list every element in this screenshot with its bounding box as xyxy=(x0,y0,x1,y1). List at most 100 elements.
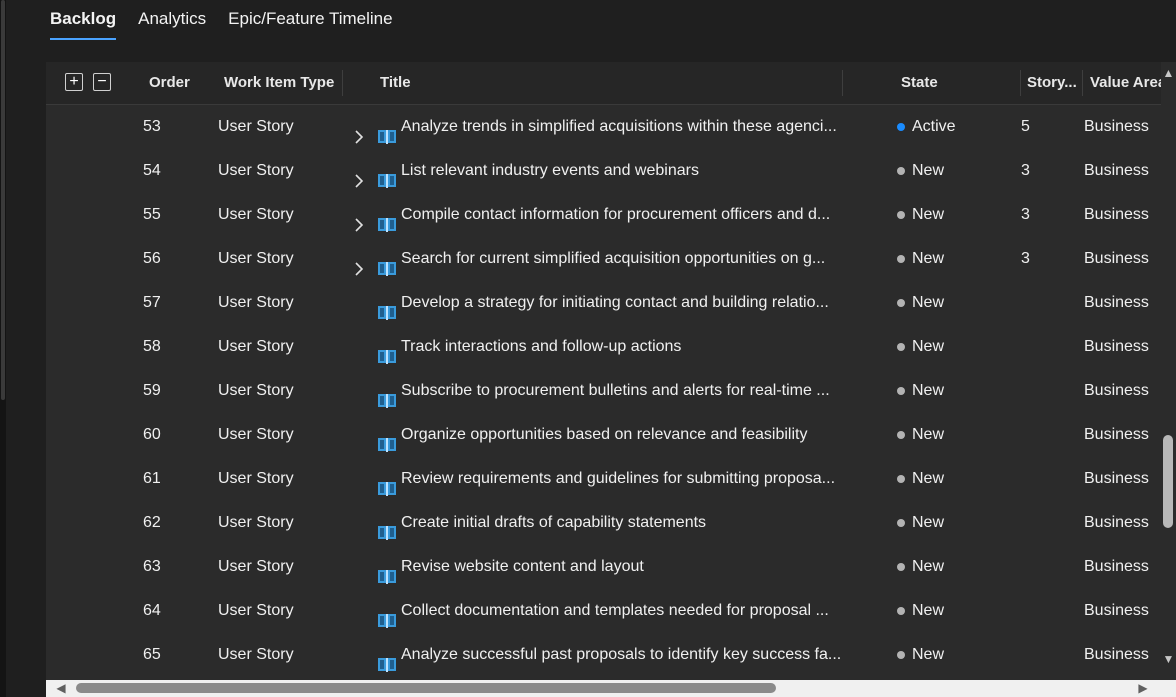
expand-all-button[interactable]: + xyxy=(65,73,83,91)
scroll-left-arrow-icon[interactable]: ◀ xyxy=(54,681,68,696)
backlog-tabs: Backlog Analytics Epic/Feature Timeline xyxy=(50,0,393,44)
collapse-all-button[interactable]: − xyxy=(93,73,111,91)
story-points-cell: 3 xyxy=(1021,162,1030,179)
state-cell: New xyxy=(912,602,945,619)
left-pane-scroll-thumb[interactable] xyxy=(1,0,5,400)
value-area-cell: Business xyxy=(1084,514,1149,531)
work-item-type-cell: User Story xyxy=(218,162,294,179)
work-item-type-cell: User Story xyxy=(218,338,294,355)
value-area-cell: Business xyxy=(1084,646,1149,663)
state-indicator-dot xyxy=(897,343,905,351)
title-link[interactable]: Search for current simplified acquisitio… xyxy=(401,237,846,281)
table-row[interactable]: 53 User Story Analyze trends in simplified… xyxy=(46,105,1161,149)
horizontal-scroll-thumb[interactable] xyxy=(76,683,776,693)
work-item-type-cell: User Story xyxy=(218,470,294,487)
story-points-cell: 5 xyxy=(1021,118,1030,135)
state-cell: New xyxy=(912,558,945,575)
title-link[interactable]: Review requirements and guidelines for s… xyxy=(401,457,846,501)
chevron-right-icon[interactable] xyxy=(353,163,367,188)
state-cell: New xyxy=(912,162,945,179)
table-row[interactable]: 64 User Story Collect documentation and te… xyxy=(46,589,1161,633)
state-indicator-dot xyxy=(897,607,905,615)
table-row[interactable]: 62 User Story Create initial drafts of cap… xyxy=(46,501,1161,545)
value-area-cell: Business xyxy=(1084,118,1149,135)
story-points-cell: 3 xyxy=(1021,250,1030,267)
column-header-order[interactable]: Order xyxy=(149,62,190,104)
title-link[interactable]: Analyze trends in simplified acquisition… xyxy=(401,105,846,149)
order-cell: 63 xyxy=(143,558,161,575)
scroll-up-arrow-icon[interactable]: ▲ xyxy=(1162,66,1175,80)
title-link[interactable]: Organize opportunities based on relevanc… xyxy=(401,413,846,457)
chevron-right-icon[interactable] xyxy=(353,251,367,276)
scroll-down-arrow-icon[interactable]: ▼ xyxy=(1162,652,1175,666)
table-row[interactable]: 61 User Story Review requirements and guid… xyxy=(46,457,1161,501)
column-header-state[interactable]: State xyxy=(901,62,938,104)
column-divider[interactable] xyxy=(342,70,343,96)
title-link[interactable]: Track interactions and follow-up actions xyxy=(401,325,846,369)
value-area-cell: Business xyxy=(1084,426,1149,443)
title-link[interactable]: List relevant industry events and webina… xyxy=(401,149,846,193)
user-story-book-icon xyxy=(377,251,397,276)
work-item-type-cell: User Story xyxy=(218,118,294,135)
tab-backlog[interactable]: Backlog xyxy=(50,0,117,40)
state-cell: Active xyxy=(912,118,956,135)
column-header-title[interactable]: Title xyxy=(380,62,411,104)
column-header-value-area[interactable]: Value Area xyxy=(1090,62,1166,104)
scroll-right-arrow-icon[interactable]: ▶ xyxy=(1136,681,1150,696)
table-row[interactable]: 56 User Story Search for current simplifie… xyxy=(46,237,1161,281)
work-item-type-cell: User Story xyxy=(218,250,294,267)
value-area-cell: Business xyxy=(1084,470,1149,487)
state-indicator-dot xyxy=(897,387,905,395)
order-cell: 54 xyxy=(143,162,161,179)
column-header-story-points[interactable]: Story... xyxy=(1027,62,1077,104)
user-story-book-icon xyxy=(377,427,397,452)
table-row[interactable]: 59 User Story Subscribe to procurement bul… xyxy=(46,369,1161,413)
column-header-work-item-type[interactable]: Work Item Type xyxy=(224,62,334,104)
order-cell: 64 xyxy=(143,602,161,619)
table-row[interactable]: 58 User Story Track interactions and follo… xyxy=(46,325,1161,369)
title-link[interactable]: Collect documentation and templates need… xyxy=(401,589,846,633)
work-item-type-cell: User Story xyxy=(218,646,294,663)
table-row[interactable]: 55 User Story Compile contact information … xyxy=(46,193,1161,237)
title-link[interactable]: Revise website content and layout xyxy=(401,545,846,589)
horizontal-scrollbar[interactable]: ◀ ▶ xyxy=(46,680,1176,697)
value-area-cell: Business xyxy=(1084,250,1149,267)
left-pane-scrollbar[interactable] xyxy=(0,0,6,697)
user-story-book-icon xyxy=(377,647,397,672)
chevron-right-icon[interactable] xyxy=(353,207,367,232)
state-cell: New xyxy=(912,426,945,443)
table-row[interactable]: 54 User Story List relevant industry event… xyxy=(46,149,1161,193)
state-indicator-dot xyxy=(897,563,905,571)
title-link[interactable]: Analyze successful past proposals to ide… xyxy=(401,633,846,677)
vertical-scroll-thumb[interactable] xyxy=(1163,435,1173,528)
state-indicator-dot xyxy=(897,475,905,483)
tab-epic-feature-timeline[interactable]: Epic/Feature Timeline xyxy=(228,0,392,39)
column-divider[interactable] xyxy=(842,70,843,96)
title-link[interactable]: Subscribe to procurement bulletins and a… xyxy=(401,369,846,413)
user-story-book-icon xyxy=(377,559,397,584)
title-link[interactable]: Create initial drafts of capability stat… xyxy=(401,501,846,545)
table-row[interactable]: 57 User Story Develop a strategy for initi… xyxy=(46,281,1161,325)
column-divider[interactable] xyxy=(1082,70,1083,96)
value-area-cell: Business xyxy=(1084,162,1149,179)
value-area-cell: Business xyxy=(1084,338,1149,355)
user-story-book-icon xyxy=(377,383,397,408)
user-story-book-icon xyxy=(377,295,397,320)
chevron-right-icon[interactable] xyxy=(353,119,367,144)
title-link[interactable]: Develop a strategy for initiating contac… xyxy=(401,281,846,325)
value-area-cell: Business xyxy=(1084,382,1149,399)
state-cell: New xyxy=(912,250,945,267)
table-row[interactable]: 65 User Story Analyze successful past prop… xyxy=(46,633,1161,677)
title-link[interactable]: Compile contact information for procurem… xyxy=(401,193,846,237)
order-cell: 56 xyxy=(143,250,161,267)
vertical-scrollbar[interactable]: ▲ ▼ xyxy=(1161,62,1176,680)
user-story-book-icon xyxy=(377,515,397,540)
user-story-book-icon xyxy=(377,339,397,364)
table-row[interactable]: 63 User Story Revise website content and l… xyxy=(46,545,1161,589)
column-divider[interactable] xyxy=(1020,70,1021,96)
table-row[interactable]: 60 User Story Organize opportunities based… xyxy=(46,413,1161,457)
state-indicator-dot xyxy=(897,167,905,175)
state-cell: New xyxy=(912,470,945,487)
tab-analytics[interactable]: Analytics xyxy=(138,0,206,39)
state-cell: New xyxy=(912,206,945,223)
